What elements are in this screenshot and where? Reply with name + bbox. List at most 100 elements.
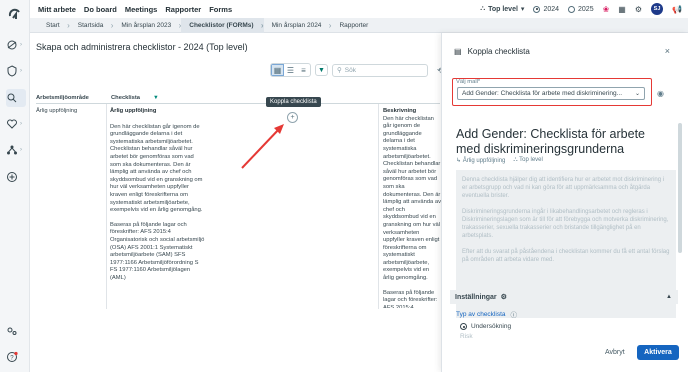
column-area[interactable]: Arbetsmiljöområde [36,95,89,101]
settings-label: Inställningar [455,293,497,301]
view-toggle-group: ▦ ☰ ≡ [270,63,311,77]
help-icon: ? [7,351,18,362]
tooltip: Koppla checklista [266,97,321,107]
type-option-label: Undersökning [471,323,512,330]
type-option-radio-2[interactable]: Risk [460,333,473,340]
year-label: 2024 [543,5,560,13]
description-title: Beskrivning [383,108,417,114]
info-icon[interactable]: ⓘ [511,309,518,319]
column-divider [106,104,107,309]
cell-checklist[interactable]: Årlig uppföljning Den här checklistan gå… [110,108,206,282]
rail-item-search[interactable] [6,89,26,107]
chevron-right-icon: › [20,68,22,74]
menu-do-board[interactable]: Do board [84,5,117,14]
activate-button[interactable]: Aktivera [637,345,679,360]
column-checklist[interactable]: Checklista [111,95,140,101]
checklist-meta: ↳ Årlig uppföljning ⛬ Top level [456,157,543,164]
column-divider [378,104,379,309]
type-option-radio[interactable]: Undersökning [460,323,511,330]
cell-area: Årlig uppföljning [36,108,78,114]
breadcrumb-item[interactable]: Min årsplan 2024 [264,18,332,33]
gear-icon[interactable]: ⚙ [635,5,642,14]
funnel-icon[interactable]: ▼ [153,95,159,101]
meta-level-label: Top level [519,157,543,163]
settings-section-header[interactable]: Inställningar ⚙ ▲ [450,290,678,304]
rail-item-settings[interactable] [6,322,26,340]
meta-area-label: Årlig uppföljning [462,158,506,164]
rail-item-add[interactable] [6,168,26,186]
chevron-down-icon: ⌄ [634,91,640,97]
description-paragraph: Diskrimineringsgrunderna ingår i likabeh… [462,209,669,239]
radio-dot [533,5,541,13]
rail-item-health[interactable]: › [6,115,26,133]
left-rail: › › › › ? [0,0,30,372]
top-right-controls: ⛬ Top level ▾ 2024 2025 ❀ ▦ ⚙ SJ 📢 [480,3,682,15]
description-paragraph: Efter att du svarat på påståendena i che… [462,249,670,263]
close-icon[interactable]: × [665,46,670,56]
rail-item-workspace[interactable]: › [6,36,26,54]
breadcrumb: Start Startsida Min årsplan 2023 Checkli… [30,17,688,33]
chevron-right-icon: › [20,42,22,48]
year-2024-radio[interactable]: 2024 [533,5,560,13]
breadcrumb-item[interactable]: Rapporter [331,18,378,33]
description-text: Den här checklistan går igenom de grundl… [383,115,441,282]
cell-description: Beskrivning Den här checklistan går igen… [383,108,441,308]
breadcrumb-item[interactable]: Min årsplan 2023 [113,18,181,33]
search-doc-icon [7,93,17,103]
level-selector[interactable]: ⛬ Top level ▾ [480,5,524,13]
menu-mitt-arbete[interactable]: Mitt arbete [38,5,76,14]
eye-icon[interactable]: ◉ [657,89,664,98]
template-select[interactable]: Add Gender: Checklista för arbete med di… [457,87,645,100]
menu-meetings[interactable]: Meetings [125,5,158,14]
chevron-up-icon: ▲ [666,294,672,300]
filter-button[interactable]: ▼ [315,64,328,76]
search-input[interactable]: ⚲ Sök [332,63,428,77]
toolbar: ▦ ☰ ≡ ▼ ⚲ Sök ⟲ [270,63,444,77]
chevron-right-icon: › [20,121,22,127]
menu-forms[interactable]: Forms [209,5,232,14]
view-compact-button[interactable]: ≡ [297,64,310,76]
svg-text:?: ? [10,355,14,361]
description-paragraph: Denna checklista hjälper dig att identif… [462,177,665,199]
menu-rapporter[interactable]: Rapporter [165,5,201,14]
avatar[interactable]: SJ [651,3,664,15]
chevron-down-icon: ▾ [520,6,525,13]
notifications-icon[interactable]: ❀ [603,5,610,14]
description-laws: Baseras på följande lagar och föreskrift… [383,289,438,308]
heart-icon [7,119,17,129]
view-list-button[interactable]: ☰ [284,64,297,76]
breadcrumb-item[interactable]: Start [38,18,70,33]
panel-scrollbar[interactable] [678,123,682,253]
plus-circle-icon [7,172,17,182]
settings-icon [7,327,17,335]
radio-dot [568,5,576,13]
cancel-button[interactable]: Avbryt [605,349,625,356]
grid-icon[interactable]: ▦ [618,5,626,14]
breadcrumb-item[interactable]: Startsida [70,18,114,33]
select-label: Välj mall* [456,79,481,85]
link-checklist-button[interactable]: + [287,112,298,123]
rail-item-org[interactable]: › [6,141,26,159]
checklist-text: Den här checklistan går igenom de grundl… [110,123,203,214]
column-checklist-label: Checklista [111,95,140,101]
level-label: Top level [488,5,518,13]
app-logo[interactable] [7,7,23,23]
meta-area: ↳ Årlig uppföljning [456,158,506,164]
rail-item-help[interactable]: ? [6,348,26,366]
table-header: Arbetsmiljöområde Checklista ▼ [36,93,440,104]
rail-item-shield[interactable]: › [6,62,26,80]
year-2025-radio[interactable]: 2025 [568,5,594,13]
megaphone-icon[interactable]: 📢 [672,5,682,14]
year-label: 2025 [578,5,594,13]
plus-icon: + [290,114,295,121]
panel-header: ▤ Koppla checklista [442,43,688,59]
checklist-table: Arbetsmiljöområde Checklista ▼ Årlig upp… [36,93,441,343]
chevron-right-icon: › [20,147,22,153]
breadcrumb-item-active[interactable]: Checklistor (FORMs) [181,17,264,33]
meta-level: ⛬ Top level [513,157,543,163]
view-board-button[interactable]: ▦ [271,64,284,76]
top-nav: Mitt arbete Do board Meetings Rapporter … [30,0,688,18]
type-label-text: Typ av checklista [456,310,506,318]
link-checklist-panel: ▤ Koppla checklista × Välj mall* Add Gen… [441,33,688,372]
checklist-icon: ▤ [454,46,462,56]
